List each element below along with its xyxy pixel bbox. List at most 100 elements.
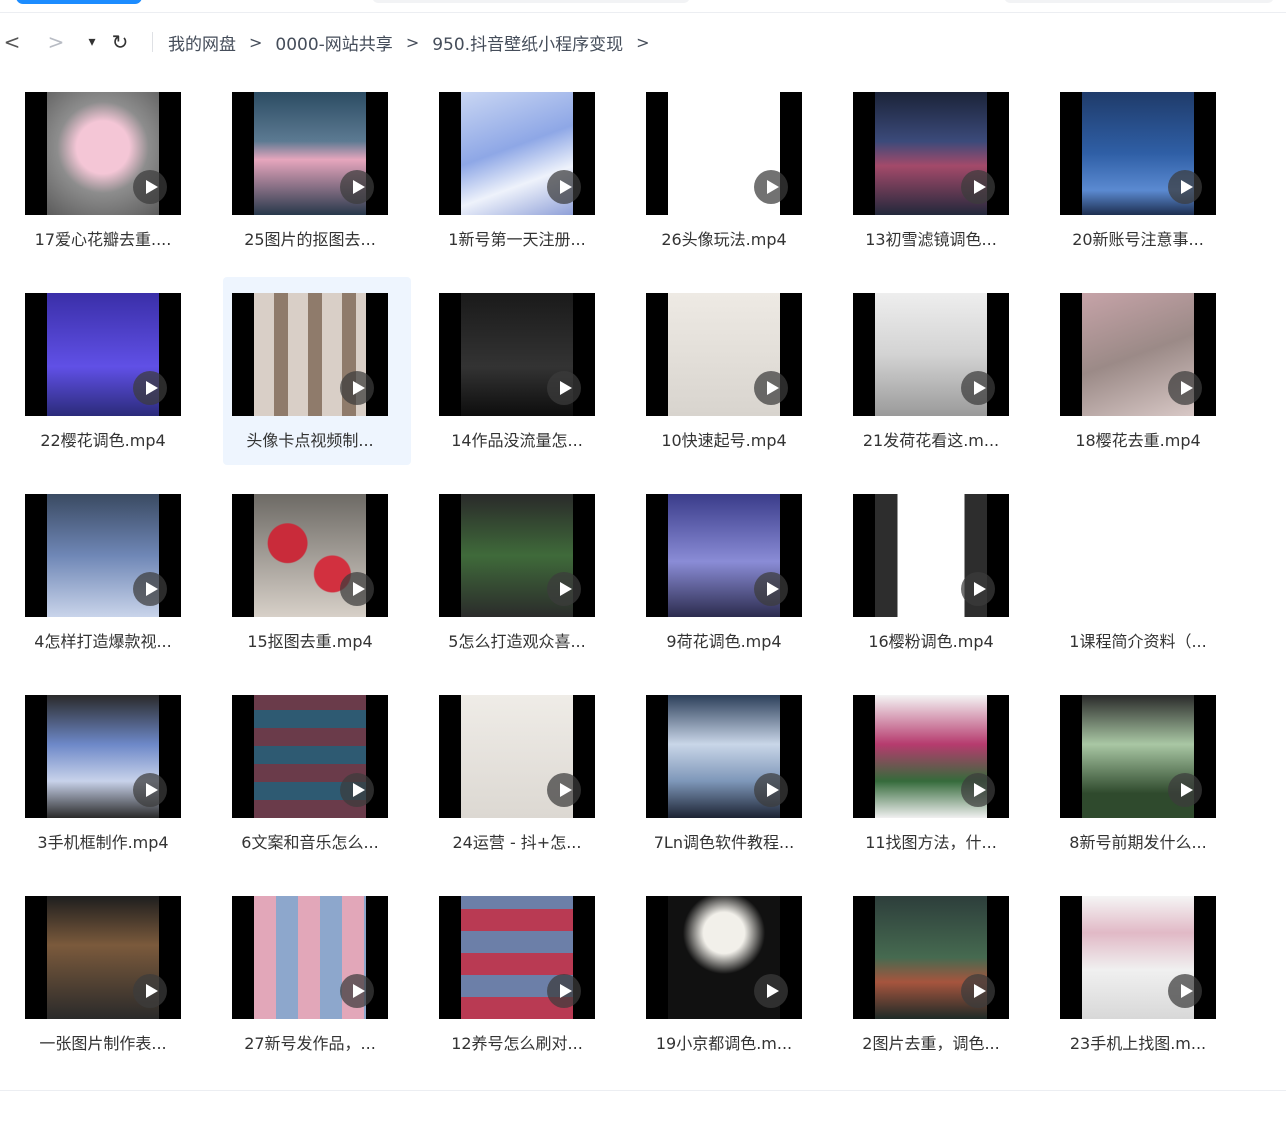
primary-action-button[interactable] <box>16 0 142 4</box>
file-tile[interactable]: 14作品没流量怎... <box>439 293 609 473</box>
file-tile[interactable]: 头像卡点视频制... <box>223 277 411 473</box>
video-thumbnail[interactable] <box>232 293 388 416</box>
file-tile[interactable]: 17爱心花瓣去重.... <box>25 92 195 272</box>
video-thumbnail[interactable] <box>1060 293 1216 416</box>
video-thumbnail[interactable] <box>439 494 595 617</box>
play-icon[interactable] <box>1168 974 1202 1008</box>
play-icon[interactable] <box>754 974 788 1008</box>
play-icon[interactable] <box>961 371 995 405</box>
video-thumbnail[interactable] <box>232 494 388 617</box>
play-icon[interactable] <box>961 974 995 1008</box>
video-thumbnail[interactable] <box>646 92 802 215</box>
file-tile[interactable]: 7Ln调色软件教程... <box>646 695 816 875</box>
file-tile[interactable]: 12养号怎么刷对... <box>439 896 609 1076</box>
video-thumbnail[interactable] <box>853 896 1009 1019</box>
video-thumbnail[interactable] <box>232 695 388 818</box>
video-thumbnail[interactable] <box>853 92 1009 215</box>
video-thumbnail[interactable] <box>25 293 181 416</box>
video-thumbnail[interactable] <box>853 494 1009 617</box>
video-thumbnail[interactable] <box>232 92 388 215</box>
video-thumbnail[interactable] <box>439 896 595 1019</box>
video-thumbnail[interactable] <box>646 695 802 818</box>
play-icon[interactable] <box>547 773 581 807</box>
video-thumbnail[interactable] <box>853 695 1009 818</box>
video-thumbnail[interactable] <box>439 92 595 215</box>
file-tile[interactable]: 21发荷花看这.m... <box>853 293 1023 473</box>
play-icon[interactable] <box>133 371 167 405</box>
play-icon[interactable] <box>961 170 995 204</box>
play-icon[interactable] <box>1168 170 1202 204</box>
play-icon[interactable] <box>547 170 581 204</box>
file-tile[interactable]: 8新号前期发什么... <box>1060 695 1230 875</box>
video-thumbnail[interactable] <box>1060 896 1216 1019</box>
forward-icon[interactable]: > <box>44 30 68 54</box>
video-thumbnail[interactable] <box>646 293 802 416</box>
refresh-icon[interactable]: ↻ <box>108 30 132 54</box>
toolbar-tabs[interactable] <box>372 0 690 3</box>
file-tile[interactable]: 10快速起号.mp4 <box>646 293 816 473</box>
file-tile[interactable]: 9荷花调色.mp4 <box>646 494 816 674</box>
video-thumbnail[interactable] <box>232 896 388 1019</box>
video-thumbnail[interactable] <box>25 494 181 617</box>
play-icon[interactable] <box>133 572 167 606</box>
video-thumbnail[interactable] <box>853 293 1009 416</box>
file-tile[interactable]: 15抠图去重.mp4 <box>232 494 402 674</box>
file-tile[interactable]: 1课程简介资料（... <box>1060 494 1230 674</box>
video-thumbnail[interactable] <box>646 494 802 617</box>
video-thumbnail[interactable] <box>25 92 181 215</box>
file-tile[interactable]: 4怎样打造爆款视... <box>25 494 195 674</box>
breadcrumb-item[interactable]: 0000-网站共享 <box>275 30 392 55</box>
file-tile[interactable]: 22樱花调色.mp4 <box>25 293 195 473</box>
play-icon[interactable] <box>961 773 995 807</box>
play-icon[interactable] <box>754 572 788 606</box>
breadcrumb-item[interactable]: 950.抖音壁纸小程序变现 <box>432 30 623 55</box>
play-icon[interactable] <box>1168 773 1202 807</box>
file-tile[interactable]: 19小京都调色.m... <box>646 896 816 1076</box>
video-thumbnail[interactable] <box>25 695 181 818</box>
file-tile[interactable]: 一张图片制作表... <box>25 896 195 1076</box>
play-icon[interactable] <box>547 572 581 606</box>
file-tile[interactable]: 25图片的抠图去... <box>232 92 402 272</box>
file-tile[interactable]: 1新号第一天注册... <box>439 92 609 272</box>
file-tile[interactable]: 13初雪滤镜调色... <box>853 92 1023 272</box>
document-thumbnail[interactable] <box>1060 494 1216 617</box>
file-tile[interactable]: 23手机上找图.m... <box>1060 896 1230 1076</box>
file-name: 18樱花去重.mp4 <box>1075 431 1201 450</box>
play-icon[interactable] <box>340 572 374 606</box>
file-tile[interactable]: 18樱花去重.mp4 <box>1060 293 1230 473</box>
play-icon[interactable] <box>340 371 374 405</box>
file-tile[interactable]: 5怎么打造观众喜... <box>439 494 609 674</box>
play-icon[interactable] <box>340 974 374 1008</box>
play-icon[interactable] <box>754 371 788 405</box>
video-thumbnail[interactable] <box>646 896 802 1019</box>
breadcrumb-item[interactable]: 我的网盘 <box>168 30 236 55</box>
file-tile[interactable]: 24运营 - 抖+怎... <box>439 695 609 875</box>
play-icon[interactable] <box>547 371 581 405</box>
play-icon[interactable] <box>340 170 374 204</box>
play-icon[interactable] <box>754 170 788 204</box>
video-thumbnail[interactable] <box>439 293 595 416</box>
back-icon[interactable]: < <box>0 30 24 54</box>
play-icon[interactable] <box>961 572 995 606</box>
play-icon[interactable] <box>754 773 788 807</box>
file-tile[interactable]: 27新号发作品，... <box>232 896 402 1076</box>
video-thumbnail[interactable] <box>439 695 595 818</box>
file-tile[interactable]: 20新账号注意事... <box>1060 92 1230 272</box>
file-tile[interactable]: 6文案和音乐怎么... <box>232 695 402 875</box>
play-icon[interactable] <box>547 974 581 1008</box>
play-icon[interactable] <box>1168 371 1202 405</box>
play-icon[interactable] <box>133 974 167 1008</box>
file-tile[interactable]: 16樱粉调色.mp4 <box>853 494 1023 674</box>
file-tile[interactable]: 3手机框制作.mp4 <box>25 695 195 875</box>
video-thumbnail[interactable] <box>25 896 181 1019</box>
search-box[interactable] <box>1004 0 1274 3</box>
play-icon[interactable] <box>133 170 167 204</box>
play-icon[interactable] <box>133 773 167 807</box>
play-icon[interactable] <box>340 773 374 807</box>
video-thumbnail[interactable] <box>1060 695 1216 818</box>
history-dropdown-icon[interactable]: ▾ <box>80 30 104 54</box>
file-tile[interactable]: 2图片去重，调色... <box>853 896 1023 1076</box>
file-tile[interactable]: 26头像玩法.mp4 <box>646 92 816 272</box>
video-thumbnail[interactable] <box>1060 92 1216 215</box>
file-tile[interactable]: 11找图方法，什... <box>853 695 1023 875</box>
